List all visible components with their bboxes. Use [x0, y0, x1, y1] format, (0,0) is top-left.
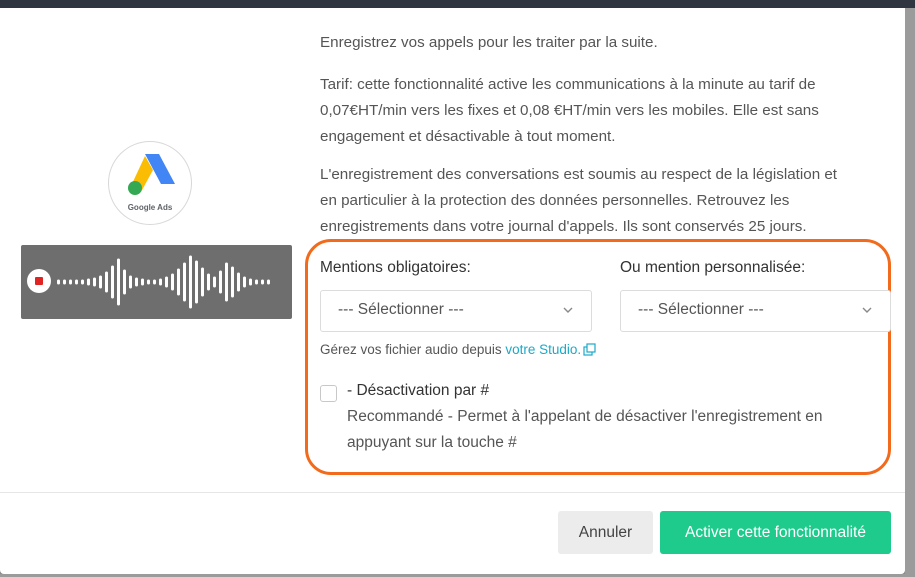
audio-player[interactable]	[21, 245, 292, 319]
cancel-button[interactable]: Annuler	[558, 511, 653, 554]
waveform-icon	[57, 255, 270, 309]
chevron-down-icon	[563, 307, 573, 313]
google-ads-icon	[128, 154, 175, 195]
chevron-down-icon	[862, 307, 872, 313]
personalized-select[interactable]: --- Sélectionner ---	[620, 290, 891, 332]
top-bar	[0, 0, 915, 8]
call-recording-modal: Google Ads Enregistrez vos appels pour l…	[0, 8, 905, 574]
deactivation-title: - Désactivation par #	[347, 382, 490, 399]
footer-divider	[0, 492, 905, 493]
google-ads-logo: Google Ads	[108, 141, 192, 225]
deactivation-description: Recommandé - Permet à l'appelant de désa…	[347, 408, 823, 451]
mentions-select[interactable]: --- Sélectionner ---	[320, 290, 592, 332]
logo-label: Google Ads	[127, 203, 173, 212]
studio-line: Gérez vos fichier audio depuis votre Stu…	[320, 342, 596, 357]
background-page-edge	[905, 8, 915, 577]
studio-link[interactable]: votre Studio.	[505, 342, 581, 357]
mentions-selected-value: --- Sélectionner ---	[338, 301, 464, 318]
legal-text: L'enregistrement des conversations est s…	[320, 166, 838, 235]
intro-text: Enregistrez vos appels pour les traiter …	[320, 34, 658, 51]
mentions-label: Mentions obligatoires:	[320, 259, 471, 276]
external-link-icon[interactable]	[583, 343, 596, 356]
tarif-text: Tarif: cette fonctionnalité active les c…	[320, 76, 819, 145]
deactivation-checkbox[interactable]	[320, 385, 337, 402]
personalized-selected-value: --- Sélectionner ---	[638, 301, 764, 318]
activate-button[interactable]: Activer cette fonctionnalité	[660, 511, 891, 554]
personalized-label: Ou mention personnalisée:	[620, 259, 806, 276]
